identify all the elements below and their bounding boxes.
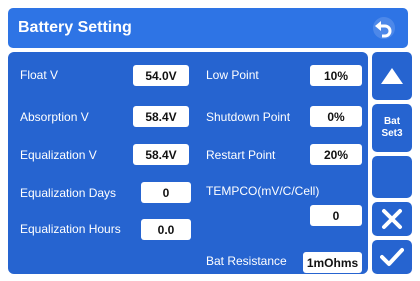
shutdown-point-label: Shutdown Point [206, 110, 291, 124]
shutdown-point-field[interactable]: 0% [310, 106, 362, 127]
back-button[interactable] [372, 16, 396, 40]
restart-point-label: Restart Point [206, 148, 276, 162]
bat-resistance-label: Bat Resistance [206, 254, 287, 268]
up-button[interactable] [372, 52, 412, 100]
low-point-field[interactable]: 10% [310, 65, 362, 86]
equalization-v-field[interactable]: 58.4V [133, 144, 189, 165]
absorption-v-label: Absorption V [20, 110, 89, 124]
tempco-field[interactable]: 0 [310, 205, 362, 226]
equalization-days-label: Equalization Days [20, 186, 117, 200]
bat-set-label-line2: Set3 [381, 128, 403, 139]
confirm-button[interactable] [372, 240, 412, 274]
bat-resistance-field[interactable]: 1mOhms [303, 252, 362, 273]
float-v-label: Float V [20, 68, 59, 82]
bat-set-button[interactable]: Bat Set3 [372, 104, 412, 152]
close-icon [382, 209, 402, 229]
title-bar: Battery Setting [8, 8, 408, 48]
settings-panel: Float V Absorption V Equalization V Equa… [8, 52, 368, 274]
page-title: Battery Setting [18, 19, 132, 36]
low-point-label: Low Point [206, 68, 259, 82]
bat-set-label: Bat Set3 [381, 116, 402, 140]
equalization-hours-field[interactable]: 0.0 [141, 219, 191, 240]
battery-setting-screen: Battery Setting Float V Absorption V Equ… [0, 0, 420, 281]
check-icon [380, 248, 404, 266]
float-v-field[interactable]: 54.0V [133, 65, 189, 86]
bat-set-label-line1: Bat [383, 116, 401, 127]
restart-point-field[interactable]: 20% [310, 144, 362, 165]
equalization-v-label: Equalization V [20, 148, 97, 162]
cancel-button[interactable] [372, 202, 412, 236]
up-arrow-icon [381, 68, 403, 84]
empty-side-button[interactable] [372, 156, 412, 198]
equalization-days-field[interactable]: 0 [141, 182, 191, 203]
back-arrow-icon [373, 17, 395, 39]
tempco-label: TEMPCO(mV/C/Cell) [206, 184, 320, 198]
equalization-hours-label: Equalization Hours [20, 222, 121, 236]
absorption-v-field[interactable]: 58.4V [133, 106, 189, 127]
